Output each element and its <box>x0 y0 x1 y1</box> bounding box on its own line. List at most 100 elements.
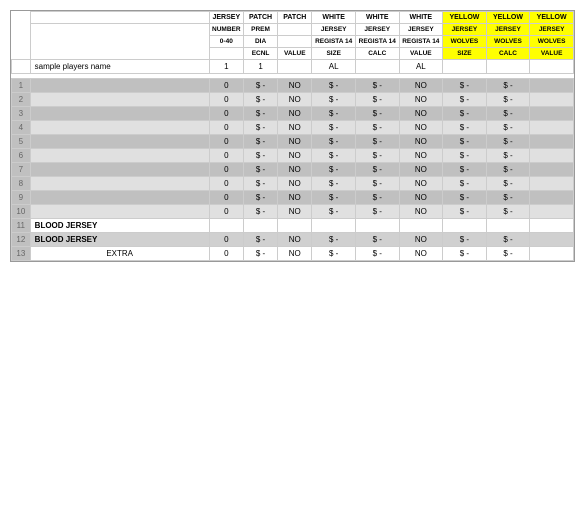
dr3-p5[interactable]: NO <box>399 107 443 121</box>
extra-p1[interactable]: $ - <box>243 247 277 261</box>
dr7-p2[interactable]: NO <box>278 163 312 177</box>
dr8-p2[interactable]: NO <box>278 177 312 191</box>
dr3-name[interactable] <box>30 107 209 121</box>
dr9-p5[interactable]: NO <box>399 191 443 205</box>
bj2-p3[interactable]: $ - <box>312 233 356 247</box>
dr8-name[interactable] <box>30 177 209 191</box>
dr4-p2[interactable]: NO <box>278 121 312 135</box>
dr8-p5[interactable]: NO <box>399 177 443 191</box>
dr3-p3[interactable]: $ - <box>312 107 356 121</box>
dr2-p6[interactable]: $ - <box>443 93 487 107</box>
blood-jersey-label-1[interactable]: BLOOD JERSEY <box>30 219 209 233</box>
dr1-p3[interactable]: $ - <box>312 79 356 93</box>
dr5-p5[interactable]: NO <box>399 135 443 149</box>
dr9-num[interactable]: 0 <box>209 191 243 205</box>
dr9-p3[interactable]: $ - <box>312 191 356 205</box>
dr7-p7[interactable]: $ - <box>486 163 530 177</box>
dr5-p8[interactable] <box>530 135 574 149</box>
extra-p3[interactable]: $ - <box>312 247 356 261</box>
dr2-p4[interactable]: $ - <box>355 93 399 107</box>
dr5-p7[interactable]: $ - <box>486 135 530 149</box>
dr1-p6[interactable]: $ - <box>443 79 487 93</box>
extra-p2[interactable]: NO <box>278 247 312 261</box>
dr8-p1[interactable]: $ - <box>243 177 277 191</box>
dr1-name[interactable] <box>30 79 209 93</box>
dr10-name[interactable] <box>30 205 209 219</box>
dr4-p8[interactable] <box>530 121 574 135</box>
dr7-num[interactable]: 0 <box>209 163 243 177</box>
bj2-p2[interactable]: NO <box>278 233 312 247</box>
dr2-num[interactable]: 0 <box>209 93 243 107</box>
bj2-num[interactable]: 0 <box>209 233 243 247</box>
dr6-name[interactable] <box>30 149 209 163</box>
dr4-name[interactable] <box>30 121 209 135</box>
dr7-p6[interactable]: $ - <box>443 163 487 177</box>
dr10-p1[interactable]: $ - <box>243 205 277 219</box>
dr4-p6[interactable]: $ - <box>443 121 487 135</box>
dr4-p3[interactable]: $ - <box>312 121 356 135</box>
extra-p4[interactable]: $ - <box>355 247 399 261</box>
bj1-p8[interactable] <box>530 219 574 233</box>
bj1-p7[interactable] <box>486 219 530 233</box>
dr2-p5[interactable]: NO <box>399 93 443 107</box>
dr2-p8[interactable] <box>530 93 574 107</box>
dr6-p6[interactable]: $ - <box>443 149 487 163</box>
dr1-p4[interactable]: $ - <box>355 79 399 93</box>
dr10-p2[interactable]: NO <box>278 205 312 219</box>
dr1-p1[interactable]: $ - <box>243 79 277 93</box>
dr7-p4[interactable]: $ - <box>355 163 399 177</box>
blood-jersey-label-2[interactable]: BLOOD JERSEY <box>30 233 209 247</box>
bj1-p5[interactable] <box>399 219 443 233</box>
dr6-p7[interactable]: $ - <box>486 149 530 163</box>
bj2-p1[interactable]: $ - <box>243 233 277 247</box>
dr3-p8[interactable] <box>530 107 574 121</box>
dr1-num[interactable]: 0 <box>209 79 243 93</box>
dr8-p4[interactable]: $ - <box>355 177 399 191</box>
dr4-p7[interactable]: $ - <box>486 121 530 135</box>
dr2-p7[interactable]: $ - <box>486 93 530 107</box>
dr10-p3[interactable]: $ - <box>312 205 356 219</box>
dr10-p8[interactable] <box>530 205 574 219</box>
dr10-p5[interactable]: NO <box>399 205 443 219</box>
dr8-p8[interactable] <box>530 177 574 191</box>
dr9-p4[interactable]: $ - <box>355 191 399 205</box>
bj2-p4[interactable]: $ - <box>355 233 399 247</box>
dr10-p7[interactable]: $ - <box>486 205 530 219</box>
dr9-name[interactable] <box>30 191 209 205</box>
dr7-p1[interactable]: $ - <box>243 163 277 177</box>
dr7-p5[interactable]: NO <box>399 163 443 177</box>
dr1-p7[interactable]: $ - <box>486 79 530 93</box>
dr6-p1[interactable]: $ - <box>243 149 277 163</box>
extra-p6[interactable]: $ - <box>443 247 487 261</box>
dr3-p2[interactable]: NO <box>278 107 312 121</box>
bj1-num[interactable] <box>209 219 243 233</box>
sample-white2[interactable] <box>355 60 399 74</box>
dr6-p4[interactable]: $ - <box>355 149 399 163</box>
dr5-p6[interactable]: $ - <box>443 135 487 149</box>
sample-patch1[interactable]: 1 <box>243 60 277 74</box>
dr5-p2[interactable]: NO <box>278 135 312 149</box>
dr6-p8[interactable] <box>530 149 574 163</box>
dr5-p4[interactable]: $ - <box>355 135 399 149</box>
dr2-p1[interactable]: $ - <box>243 93 277 107</box>
dr8-num[interactable]: 0 <box>209 177 243 191</box>
dr1-p8[interactable] <box>530 79 574 93</box>
dr4-p4[interactable]: $ - <box>355 121 399 135</box>
dr4-p1[interactable]: $ - <box>243 121 277 135</box>
bj1-p1[interactable] <box>243 219 277 233</box>
dr6-p3[interactable]: $ - <box>312 149 356 163</box>
bj2-p6[interactable]: $ - <box>443 233 487 247</box>
dr7-name[interactable] <box>30 163 209 177</box>
dr7-p8[interactable] <box>530 163 574 177</box>
bj1-p4[interactable] <box>355 219 399 233</box>
dr3-p1[interactable]: $ - <box>243 107 277 121</box>
dr10-p4[interactable]: $ - <box>355 205 399 219</box>
sample-white3[interactable]: AL <box>399 60 443 74</box>
dr6-p5[interactable]: NO <box>399 149 443 163</box>
dr5-p1[interactable]: $ - <box>243 135 277 149</box>
dr9-p1[interactable]: $ - <box>243 191 277 205</box>
dr1-p5[interactable]: NO <box>399 79 443 93</box>
extra-p5[interactable]: NO <box>399 247 443 261</box>
dr5-name[interactable] <box>30 135 209 149</box>
dr2-p3[interactable]: $ - <box>312 93 356 107</box>
